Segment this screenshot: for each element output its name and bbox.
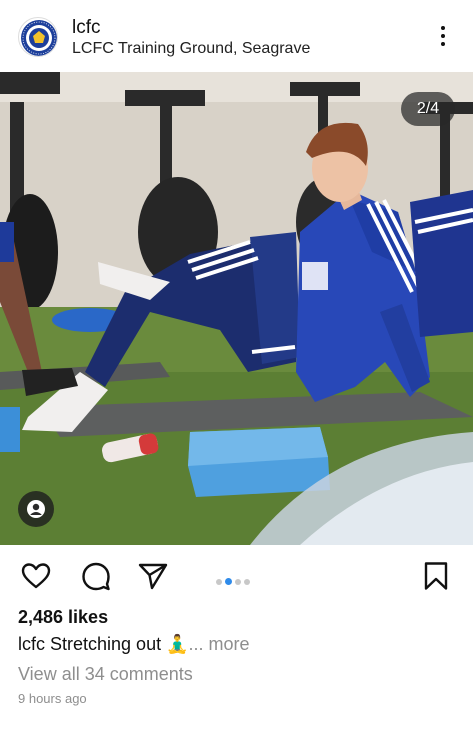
paper-plane-icon[interactable] — [137, 560, 169, 592]
username-link[interactable]: lcfc — [72, 17, 101, 39]
post-timestamp: 9 hours ago — [18, 691, 87, 706]
post-actions-bar — [0, 545, 473, 605]
carousel-dot — [216, 579, 222, 585]
comment-bubble-icon[interactable] — [80, 560, 112, 592]
caption-username[interactable]: lcfc — [18, 634, 45, 654]
caption-more-link[interactable]: ... more — [189, 634, 250, 654]
post-photo[interactable]: 2/4 — [0, 72, 473, 545]
heart-icon[interactable] — [20, 560, 52, 592]
carousel-dot-active — [225, 578, 232, 585]
view-comments-link[interactable]: View all 34 comments — [18, 664, 193, 685]
more-options-icon[interactable] — [435, 26, 451, 50]
image-counter-badge: 2/4 — [401, 92, 455, 126]
carousel-indicator — [216, 572, 253, 590]
caption-text: Stretching out 🧘‍♂️ — [50, 634, 189, 654]
post-header: lcfc LCFC Training Ground, Seagrave — [0, 0, 473, 72]
carousel-dot — [244, 579, 250, 585]
bookmark-icon[interactable] — [420, 560, 452, 592]
training-photo-illustration — [0, 72, 473, 545]
carousel-dot — [235, 579, 241, 585]
user-tag-icon[interactable] — [18, 491, 54, 527]
lcfc-crest-icon[interactable] — [18, 17, 58, 57]
post-caption: lcfc Stretching out 🧘‍♂️... more — [18, 634, 250, 655]
location-link[interactable]: LCFC Training Ground, Seagrave — [72, 40, 310, 58]
likes-count[interactable]: 2,486 likes — [18, 607, 108, 628]
